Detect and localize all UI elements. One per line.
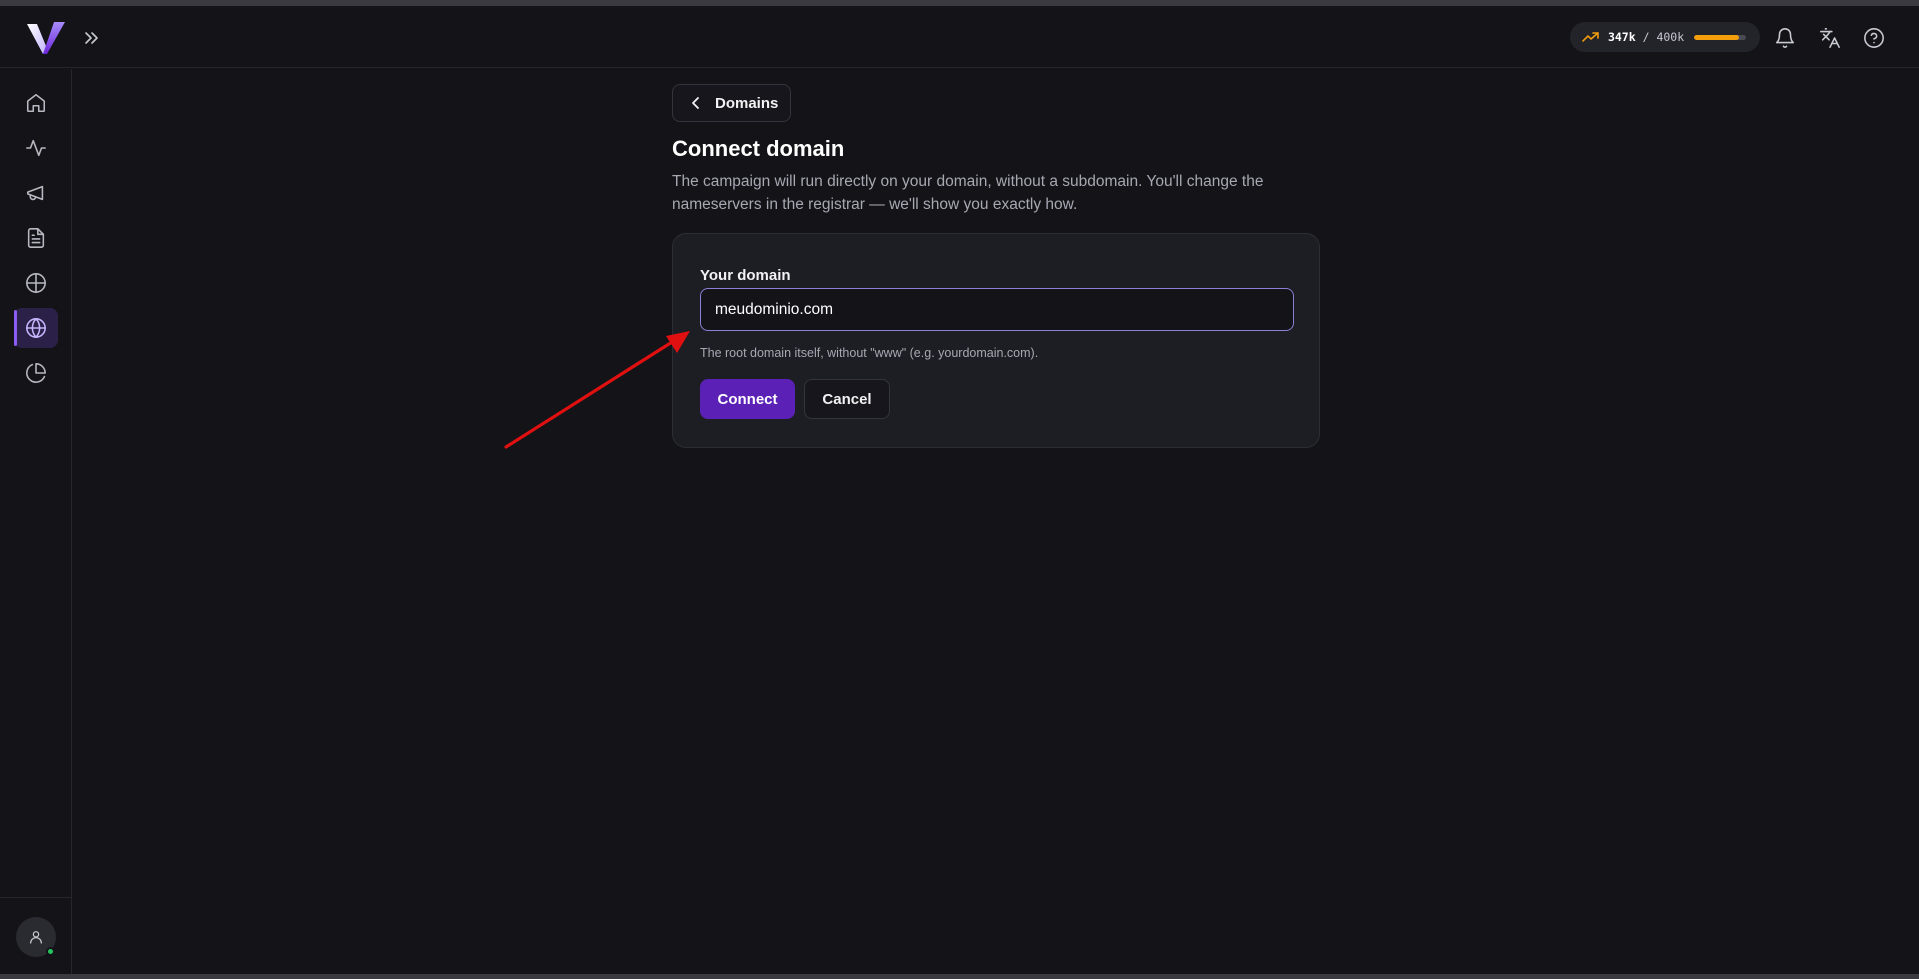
sidebar-item-home[interactable] — [14, 83, 58, 123]
sidebar-item-networks[interactable] — [14, 263, 58, 303]
top-header: 347k / 400k — [0, 6, 1919, 68]
help-icon — [1864, 28, 1884, 48]
home-icon — [26, 93, 46, 113]
notifications-button[interactable] — [1771, 24, 1799, 52]
domain-field-label: Your domain — [700, 267, 791, 284]
trending-up-icon — [1582, 32, 1599, 42]
usage-progress-bar — [1694, 34, 1746, 40]
annotation-arrow-icon — [504, 331, 690, 449]
sidebar-item-domains[interactable] — [14, 308, 58, 348]
bell-icon — [1775, 28, 1795, 48]
sidebar-item-activity[interactable] — [14, 128, 58, 168]
help-button[interactable] — [1860, 24, 1888, 52]
usage-progress-fill — [1694, 34, 1740, 40]
back-to-domains-button[interactable]: Domains — [672, 84, 791, 122]
page-description: The campaign will run directly on your d… — [672, 173, 1264, 213]
usage-text: 347k / 400k — [1608, 30, 1684, 44]
sidebar-divider — [0, 897, 71, 898]
logo-icon[interactable] — [26, 20, 66, 58]
domain-input[interactable] — [700, 288, 1294, 331]
connect-button[interactable]: Connect — [700, 379, 795, 419]
sidebar — [0, 69, 72, 974]
back-button-label: Domains — [715, 94, 779, 112]
window-bottom-bar — [0, 974, 1919, 979]
expand-sidebar-button[interactable] — [80, 26, 104, 50]
page-title: Connect domain — [672, 136, 845, 161]
crosshair-globe-icon — [26, 273, 46, 293]
sidebar-item-campaigns[interactable] — [14, 173, 58, 213]
user-avatar[interactable] — [16, 917, 56, 957]
pie-chart-icon — [26, 363, 46, 383]
cancel-button[interactable]: Cancel — [804, 379, 890, 419]
usage-limit: 400k — [1656, 30, 1685, 44]
connect-domain-card: Your domain The root domain itself, with… — [672, 233, 1320, 448]
chevrons-right-icon — [85, 32, 98, 44]
activity-icon — [26, 139, 46, 157]
globe-icon — [26, 318, 46, 338]
usage-meter[interactable]: 347k / 400k — [1570, 22, 1760, 52]
document-icon — [27, 228, 45, 248]
usage-separator: / — [1635, 30, 1657, 44]
megaphone-icon — [26, 185, 44, 201]
sidebar-item-reports[interactable] — [14, 353, 58, 393]
user-icon — [30, 931, 42, 944]
language-button[interactable] — [1816, 24, 1844, 52]
usage-current: 347k — [1607, 30, 1636, 44]
chevron-left-icon — [692, 97, 699, 109]
sidebar-item-documents[interactable] — [14, 218, 58, 258]
translate-icon — [1820, 28, 1840, 48]
domain-field-hint: The root domain itself, without "www" (e… — [700, 346, 1039, 360]
online-status-dot — [46, 947, 55, 956]
